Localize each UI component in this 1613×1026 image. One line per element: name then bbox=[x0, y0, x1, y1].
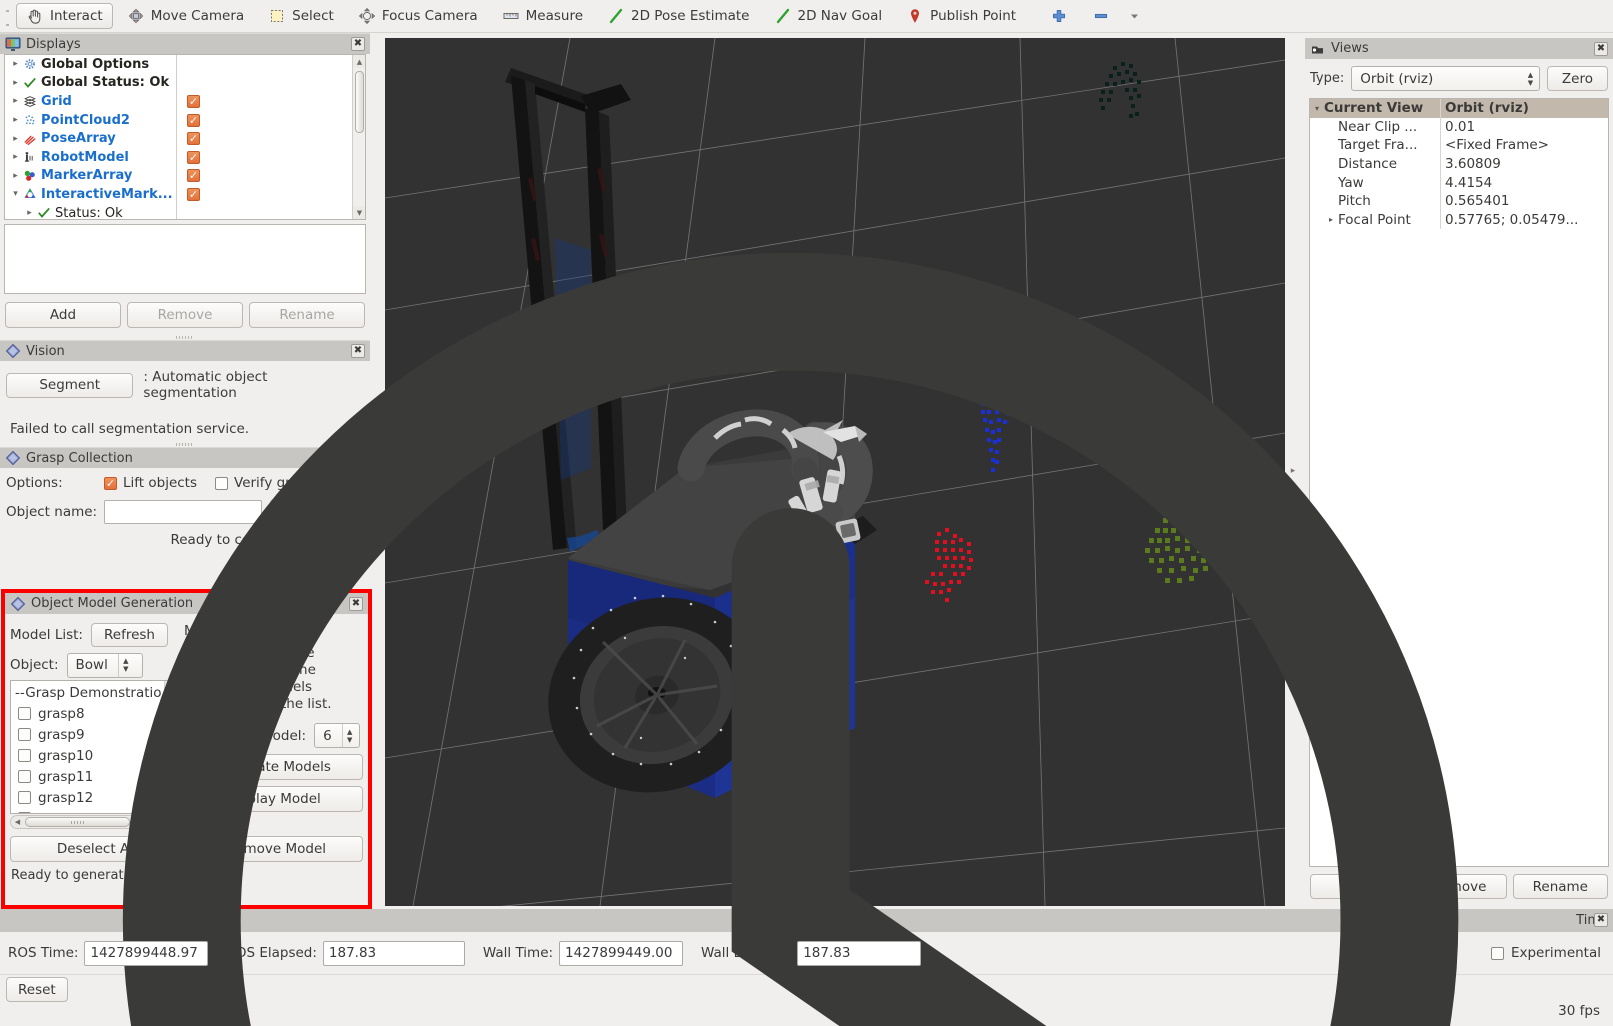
pointcloud-icon bbox=[22, 113, 38, 127]
move-camera-icon bbox=[127, 7, 145, 25]
tool-publish-point-label: Publish Point bbox=[930, 8, 1016, 24]
remove-tool-button[interactable] bbox=[1082, 3, 1120, 29]
hand-cursor-icon bbox=[26, 7, 44, 25]
gear-icon bbox=[22, 57, 38, 71]
tree-value-cell bbox=[177, 74, 352, 93]
time-close-button[interactable]: ✖ bbox=[1594, 913, 1608, 927]
grid-icon bbox=[22, 94, 38, 108]
views-header-value: Orbit (rviz) bbox=[1441, 100, 1529, 116]
tree-row[interactable]: ▸ Global Options bbox=[5, 55, 176, 74]
tool-interact-label: Interact bbox=[50, 8, 103, 24]
tree-row[interactable]: ▸ Global Status: Ok bbox=[5, 74, 176, 93]
toolbar-overflow-button[interactable] bbox=[1124, 3, 1145, 29]
expander-icon[interactable]: ▸ bbox=[9, 59, 22, 69]
tree-row-label: Global Status: Ok bbox=[41, 75, 169, 90]
wall-elapsed-label: Wall Elapsed: bbox=[701, 945, 791, 961]
tree-value-cell: ✓ bbox=[177, 92, 352, 111]
expander-icon[interactable]: ▸ bbox=[9, 78, 22, 88]
zero-button[interactable]: Zero bbox=[1547, 66, 1608, 91]
wall-elapsed-value[interactable]: 187.83 bbox=[797, 941, 921, 966]
expander-icon[interactable]: ▸ bbox=[9, 96, 22, 106]
tree-row[interactable]: ▸ Grid bbox=[5, 92, 176, 111]
tool-move-camera-label: Move Camera bbox=[151, 8, 244, 24]
displays-title-label: Displays bbox=[26, 37, 351, 52]
views-title-bar: Views ✖ bbox=[1305, 38, 1613, 59]
views-table-header-row[interactable]: ▾ Current View Orbit (rviz) bbox=[1310, 99, 1608, 118]
tool-move-camera[interactable]: Move Camera bbox=[117, 3, 254, 29]
tool-measure[interactable]: Measure bbox=[492, 3, 593, 29]
tool-2d-nav-goal-label: 2D Nav Goal bbox=[798, 8, 883, 24]
add-tool-button[interactable] bbox=[1040, 3, 1078, 29]
tool-select[interactable]: Select bbox=[258, 3, 344, 29]
main-toolbar: Interact Move Camera Select bbox=[0, 0, 1613, 33]
view-type-value: Orbit (rviz) bbox=[1352, 71, 1522, 87]
views-type-label: Type: bbox=[1310, 71, 1344, 86]
tool-focus-camera-label: Focus Camera bbox=[382, 8, 478, 24]
views-title-label: Views bbox=[1331, 41, 1594, 56]
display-enable-checkbox-grid[interactable]: ✓ bbox=[187, 95, 200, 108]
chevron-down-icon bbox=[1129, 7, 1140, 25]
reset-button[interactable]: Reset bbox=[6, 977, 68, 1002]
tool-2d-nav-goal[interactable]: 2D Nav Goal bbox=[764, 3, 893, 29]
plus-icon bbox=[1050, 7, 1068, 25]
displays-close-button[interactable]: ✖ bbox=[351, 37, 365, 51]
displays-monitor-icon bbox=[5, 36, 21, 52]
tool-measure-label: Measure bbox=[526, 8, 583, 24]
ros-elapsed-label: ROS Elapsed: bbox=[226, 945, 316, 961]
spinner-arrows-icon[interactable]: ▲▼ bbox=[1522, 71, 1539, 87]
tree-value-cell bbox=[177, 55, 352, 74]
experimental-label: Experimental bbox=[1511, 945, 1601, 961]
views-value: 0.01 bbox=[1441, 119, 1475, 135]
focus-camera-icon bbox=[358, 7, 376, 25]
ros-time-label: ROS Time: bbox=[8, 945, 78, 961]
experimental-checkbox[interactable] bbox=[1491, 947, 1504, 960]
views-key-cell: Near Clip ... bbox=[1310, 118, 1441, 137]
fps-indicator: 30 fps bbox=[1558, 1003, 1600, 1019]
views-header-key-cell: ▾ Current View bbox=[1310, 99, 1441, 118]
displays-title-bar: Displays ✖ bbox=[0, 33, 370, 54]
ruler-icon bbox=[502, 7, 520, 25]
tool-select-label: Select bbox=[292, 8, 334, 24]
experimental-checkbox-row[interactable]: Experimental bbox=[1491, 945, 1601, 961]
expander-icon[interactable]: ▸ bbox=[9, 115, 22, 125]
tool-focus-camera[interactable]: Focus Camera bbox=[348, 3, 488, 29]
time-panel: Time ✖ ROS Time: 1427899448.97 ROS Elaps… bbox=[0, 909, 1613, 1026]
tree-row-label: Grid bbox=[41, 94, 72, 109]
table-row[interactable]: Near Clip ... 0.01 bbox=[1310, 118, 1608, 137]
display-enable-checkbox-pointcloud2[interactable]: ✓ bbox=[187, 114, 200, 127]
tool-2d-pose-estimate[interactable]: 2D Pose Estimate bbox=[597, 3, 759, 29]
ros-time-value[interactable]: 1427899448.97 bbox=[84, 941, 208, 966]
pose-arrow-icon bbox=[607, 7, 625, 25]
scroll-up-icon[interactable]: ▲ bbox=[353, 55, 366, 68]
camera-view-icon bbox=[1310, 41, 1326, 57]
minus-icon bbox=[1092, 7, 1110, 25]
tool-2d-pose-estimate-label: 2D Pose Estimate bbox=[631, 8, 749, 24]
green-check-icon bbox=[22, 76, 38, 90]
scroll-thumb[interactable] bbox=[355, 71, 364, 133]
clock-icon bbox=[5, 135, 1576, 1026]
wall-time-label: Wall Time: bbox=[483, 945, 553, 961]
tree-row-label: PointCloud2 bbox=[41, 113, 130, 128]
toolbar-drag-handle[interactable] bbox=[2, 4, 14, 28]
expander-icon[interactable]: ▾ bbox=[1310, 104, 1324, 113]
tool-publish-point[interactable]: Publish Point bbox=[896, 3, 1026, 29]
tree-row-label: Global Options bbox=[41, 57, 149, 72]
wall-time-value[interactable]: 1427899449.00 bbox=[559, 941, 683, 966]
nav-goal-icon bbox=[774, 7, 792, 25]
map-pin-icon bbox=[906, 7, 924, 25]
views-key-label: Near Clip ... bbox=[1338, 119, 1417, 135]
ros-elapsed-value[interactable]: 187.83 bbox=[323, 941, 465, 966]
views-header-key-label: Current View bbox=[1324, 100, 1423, 116]
select-rect-icon bbox=[268, 7, 286, 25]
time-title-bar: Time ✖ bbox=[0, 909, 1613, 932]
tree-value-cell: ✓ bbox=[177, 111, 352, 130]
tool-interact[interactable]: Interact bbox=[16, 3, 113, 29]
view-type-combo[interactable]: Orbit (rviz) ▲▼ bbox=[1351, 66, 1540, 91]
tree-row[interactable]: ▸ PointCloud2 bbox=[5, 111, 176, 130]
views-type-row: Type: Orbit (rviz) ▲▼ Zero bbox=[1305, 59, 1613, 98]
views-close-button[interactable]: ✖ bbox=[1594, 42, 1608, 56]
